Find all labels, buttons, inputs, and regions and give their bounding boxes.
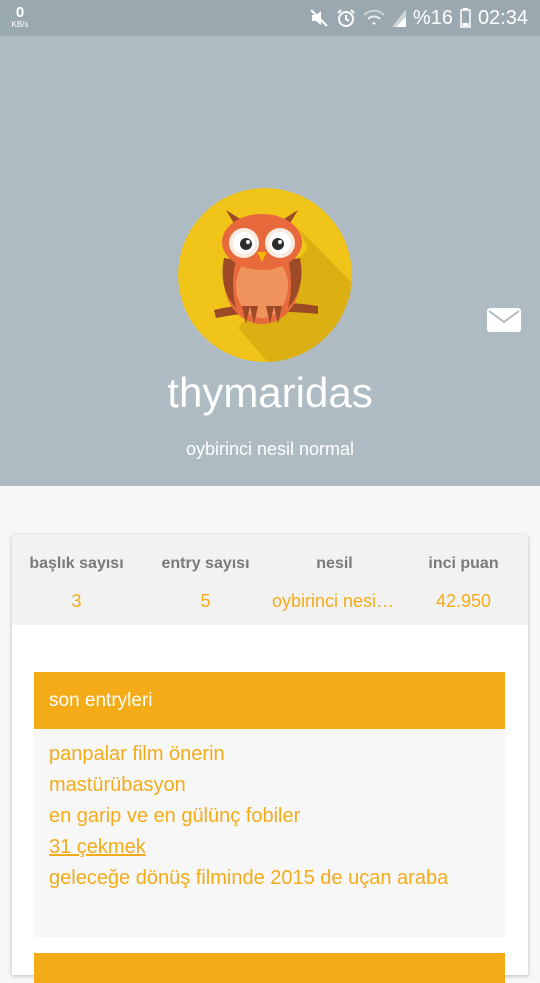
battery-percent: %16 — [412, 6, 453, 29]
stat-label: inci puan — [428, 555, 499, 572]
generation-label: oybirinci nesil normal — [185, 439, 355, 459]
stat-value: 5 — [200, 591, 211, 611]
stat-label: entry sayısı — [161, 555, 250, 572]
network-speed: 0 KB/s — [8, 5, 32, 29]
username: thymaridas — [167, 369, 373, 416]
recent-entries-list: panpalar film önerin mastürübasyon en ga… — [34, 729, 505, 937]
recent-entries-header: son entryleri — [34, 672, 505, 729]
stat-topic-count: başlık sayısı 3 — [12, 535, 141, 625]
entry-link[interactable]: en garip ve en gülünç fobiler — [49, 801, 505, 832]
stat-label: başlık sayısı — [29, 555, 124, 572]
status-bar: 0 KB/s %16 02:34 — [0, 0, 540, 36]
clock-time: 02:34 — [477, 6, 528, 29]
stat-pearl-points: inci puan 42.950 — [399, 535, 528, 625]
signal-icon — [391, 9, 406, 27]
entry-link[interactable]: mastürübasyon — [49, 770, 505, 801]
owl-avatar[interactable] — [178, 188, 352, 362]
alarm-icon — [336, 8, 356, 28]
stat-entry-count: entry sayısı 5 — [141, 535, 270, 625]
next-section-header — [34, 953, 505, 983]
wifi-icon — [363, 9, 385, 27]
entry-link[interactable]: panpalar film önerin — [49, 739, 505, 770]
stats-row: başlık sayısı 3 entry sayısı 5 nesil oyb… — [12, 535, 528, 625]
mute-icon — [309, 8, 329, 28]
stat-label: nesil — [316, 555, 353, 572]
profile-header: thymaridas oybirinci nesil normal — [0, 36, 540, 486]
profile-card: başlık sayısı 3 entry sayısı 5 nesil oyb… — [12, 535, 528, 983]
entry-link[interactable]: geleceğe dönüş filminde 2015 de uçan ara… — [49, 863, 505, 894]
mail-icon[interactable] — [486, 306, 522, 334]
network-speed-value: 0 — [15, 4, 25, 21]
status-icons: %16 02:34 — [309, 6, 528, 30]
entry-link[interactable]: 31 çekmek — [49, 832, 505, 863]
stat-value: oybirinci nesil normal — [272, 591, 399, 611]
battery-icon — [460, 8, 471, 28]
stat-value: 42.950 — [435, 591, 492, 611]
stat-generation: nesil oybirinci nesil normal — [270, 535, 399, 625]
network-speed-unit: KB/s — [11, 20, 29, 29]
stat-value: 3 — [71, 591, 82, 611]
